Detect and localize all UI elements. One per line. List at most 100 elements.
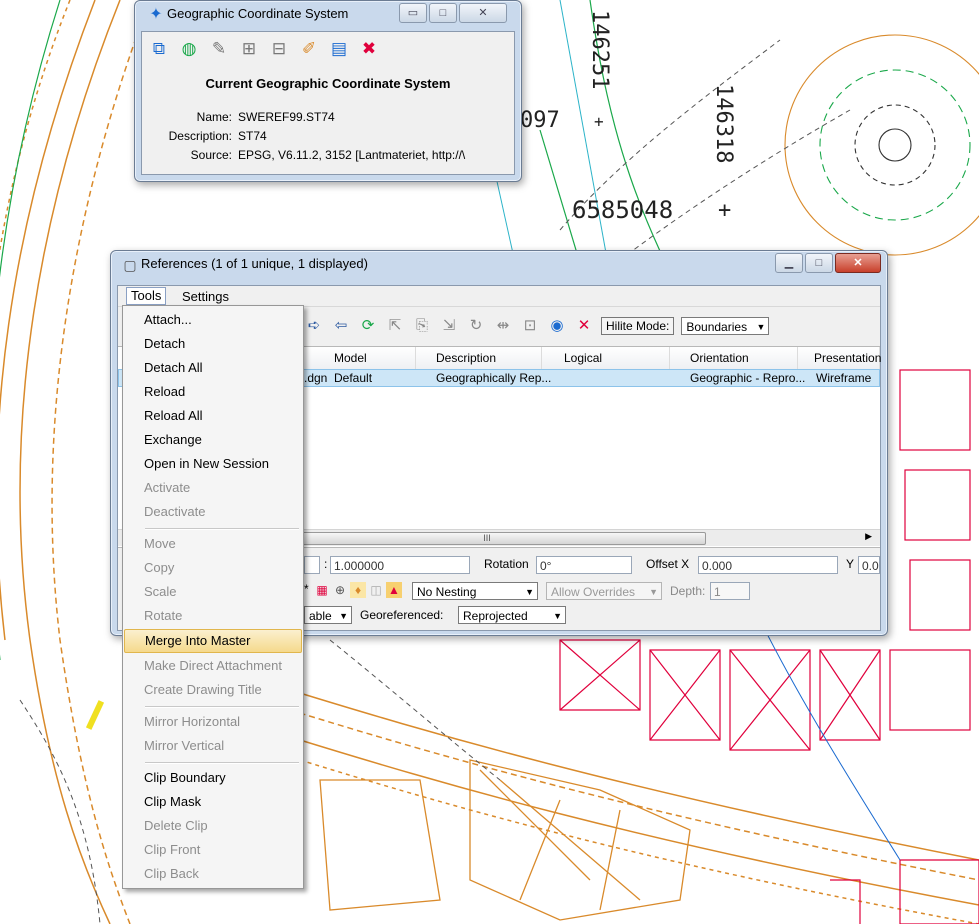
nesting-select[interactable]: No Nesting ▼ xyxy=(412,582,538,600)
menu-settings[interactable]: Settings xyxy=(182,289,229,304)
delete-gcs-icon[interactable]: ✖ xyxy=(358,38,380,60)
close-button[interactable]: ✕ xyxy=(459,3,507,23)
menu-item-mirror-vertical[interactable]: Mirror Vertical xyxy=(124,734,302,758)
menu-item-mirror-horizontal[interactable]: Mirror Horizontal xyxy=(124,710,302,734)
menu-item-clip-back[interactable]: Clip Back xyxy=(124,862,302,886)
gcs-source-value: EPSG, V6.11.2, 3152 [Lantmateriet, http:… xyxy=(238,148,466,162)
menu-item-merge-into-master[interactable]: Merge Into Master xyxy=(124,629,302,653)
save-to-library-icon[interactable]: ✐ xyxy=(298,38,320,60)
references-titlebar[interactable]: ▢ References (1 of 1 unique, 1 displayed… xyxy=(111,251,887,277)
orange-structure xyxy=(319,759,691,921)
offset-x-label: Offset X xyxy=(646,557,690,571)
offset-x-input[interactable]: 0.000 xyxy=(698,556,838,574)
rotate-icon[interactable]: ↻ xyxy=(466,316,486,336)
cell-file: .dgn xyxy=(304,371,328,385)
scale-input-left[interactable] xyxy=(304,556,320,574)
clip-mask-icon[interactable]: ◉ xyxy=(547,316,567,336)
reload-icon[interactable]: ⟳ xyxy=(358,316,378,336)
menu-item-detach[interactable]: Detach xyxy=(124,332,302,356)
gcs-description-value: ST74 xyxy=(238,129,267,143)
menu-item-rotate[interactable]: Rotate xyxy=(124,604,302,628)
select-from-library-icon[interactable]: ⧉ xyxy=(148,38,170,60)
menu-item-move[interactable]: Move xyxy=(124,532,302,556)
delete-clip-icon[interactable]: ✕ xyxy=(574,316,594,336)
georeferenced-select[interactable]: Reprojected ▼ xyxy=(458,606,566,624)
chevron-down-icon: ▼ xyxy=(756,322,766,332)
from-reference-icon[interactable]: ⊞ xyxy=(238,38,260,60)
menu-item-reload[interactable]: Reload xyxy=(124,380,302,404)
menu-item-clip-boundary[interactable]: Clip Boundary xyxy=(124,766,302,790)
coord-6585048: 6585048 xyxy=(572,196,674,224)
depth-input: 1 xyxy=(710,582,750,600)
menu-item-create-drawing-title[interactable]: Create Drawing Title xyxy=(124,678,302,702)
gcs-name-value: SWEREF99.ST74 xyxy=(238,110,335,124)
globe-icon[interactable]: ◍ xyxy=(178,38,200,60)
gcs-heading: Current Geographic Coordinate System xyxy=(205,76,451,91)
coord-097: 097 xyxy=(520,108,560,133)
menu-item-scale[interactable]: Scale xyxy=(124,580,302,604)
gcs-window: ✦ Geographic Coordinate System ▭ □ ✕ ⧉ ◍… xyxy=(134,0,522,182)
minimize-button[interactable]: ▁ xyxy=(775,253,803,273)
road-outline-bottom xyxy=(289,689,979,924)
locate-toggle-icon[interactable]: ♦ xyxy=(350,582,366,598)
gcs-client: ⧉ ◍ ✎ ⊞ ⊟ ✐ ▤ ✖ Current Geographic Coord… xyxy=(141,31,515,175)
maximize-button[interactable]: □ xyxy=(429,3,457,23)
menu-item-activate[interactable]: Activate xyxy=(124,476,302,500)
depth-label: Depth: xyxy=(670,584,706,598)
scroll-right-icon[interactable]: ▶ xyxy=(865,531,872,542)
menu-item-deactivate[interactable]: Deactivate xyxy=(124,500,302,524)
gcs-window-title: Geographic Coordinate System xyxy=(167,6,349,21)
georeferenced-label: Georeferenced: xyxy=(360,608,444,622)
copy-icon[interactable]: ⎘ xyxy=(412,316,432,336)
menu-item-clip-front[interactable]: Clip Front xyxy=(124,838,302,862)
export-icon[interactable]: ▤ xyxy=(328,38,350,60)
display-select[interactable]: able ▼ xyxy=(304,606,352,624)
menu-item-attach[interactable]: Attach... xyxy=(124,308,302,332)
close-button[interactable]: ✕ xyxy=(835,253,881,273)
gcs-titlebar[interactable]: ✦ Geographic Coordinate System ▭ □ ✕ xyxy=(135,1,521,27)
offset-y-input[interactable]: 0.0 xyxy=(858,556,880,574)
hilite-mode-label[interactable]: Hilite Mode: xyxy=(601,317,675,335)
maximize-button[interactable]: □ xyxy=(805,253,833,273)
detach-icon[interactable]: ⇦ xyxy=(331,316,351,336)
scale-icon[interactable]: ⇲ xyxy=(439,316,459,336)
minimize-button[interactable]: ▭ xyxy=(399,3,427,23)
move-icon[interactable]: ⇱ xyxy=(385,316,405,336)
menu-item-delete-clip[interactable]: Delete Clip xyxy=(124,814,302,838)
pick-icon[interactable]: ✎ xyxy=(208,38,230,60)
from-file-icon[interactable]: ⊟ xyxy=(268,38,290,60)
menu-item-open-in-new-session[interactable]: Open in New Session xyxy=(124,452,302,476)
true-scale-icon[interactable]: ◫ xyxy=(368,582,384,598)
snap-toggle-icon[interactable]: ⊕ xyxy=(332,582,348,598)
raster-icon[interactable]: ▲ xyxy=(386,582,402,598)
display-toggle-icon[interactable]: ▦ xyxy=(314,582,330,598)
cell-model: Default xyxy=(334,371,373,385)
rotation-input[interactable]: 0° xyxy=(536,556,632,574)
column-header-presentation[interactable]: Presentation xyxy=(798,347,881,369)
menu-item-make-direct-attachment[interactable]: Make Direct Attachment xyxy=(124,654,302,678)
chevron-down-icon: ▼ xyxy=(339,611,348,621)
allow-overrides-select: Allow Overrides ▼ xyxy=(546,582,662,600)
column-header-model[interactable]: Model xyxy=(304,347,416,369)
hilite-mode-select[interactable]: Boundaries ▼ xyxy=(681,317,770,335)
gcs-source-row: Source: EPSG, V6.11.2, 3152 [Lantmateriet… xyxy=(190,148,466,162)
scale-input[interactable]: 1.000000 xyxy=(330,556,470,574)
menu-item-detach-all[interactable]: Detach All xyxy=(124,356,302,380)
column-header-description[interactable]: Description xyxy=(416,347,542,369)
scrollbar-thumb[interactable]: III xyxy=(268,532,706,545)
menu-item-reload-all[interactable]: Reload All xyxy=(124,404,302,428)
coord-146318: 146318 xyxy=(711,84,736,164)
cell-presentation: Wireframe xyxy=(816,371,872,385)
column-header-logical[interactable]: Logical xyxy=(542,347,670,369)
gcs-name-row: Name: SWEREF99.ST74 xyxy=(196,110,335,124)
menu-item-clip-mask[interactable]: Clip Mask xyxy=(124,790,302,814)
menu-item-copy[interactable]: Copy xyxy=(124,556,302,580)
menu-tools[interactable]: Tools xyxy=(126,287,167,305)
chevron-down-icon: ▼ xyxy=(553,611,562,621)
column-header-orientation[interactable]: Orientation xyxy=(670,347,798,369)
clip-icon[interactable]: ⊡ xyxy=(520,316,540,336)
roundabout xyxy=(784,34,979,256)
menu-item-exchange[interactable]: Exchange xyxy=(124,428,302,452)
mirror-icon[interactable]: ⇹ xyxy=(493,316,513,336)
attach-icon[interactable]: ➪ xyxy=(304,316,324,336)
